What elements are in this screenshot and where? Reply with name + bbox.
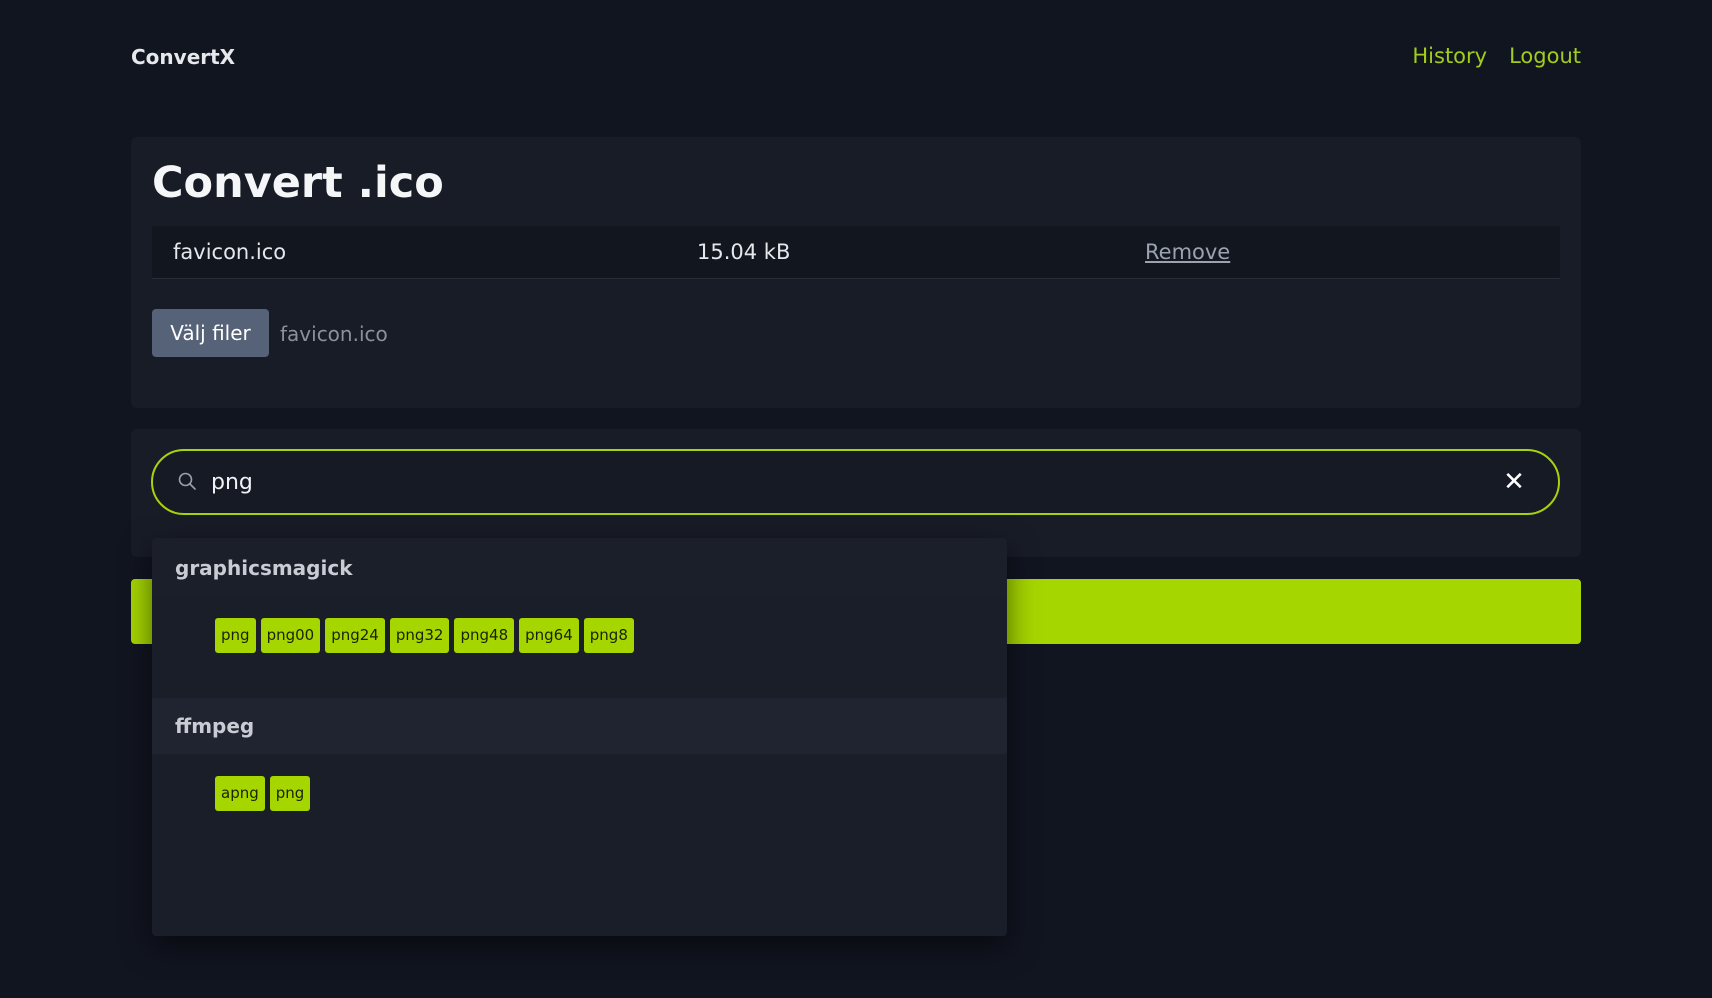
format-option[interactable]: png8 xyxy=(583,618,634,653)
remove-file-link[interactable]: Remove xyxy=(1145,240,1230,264)
format-option[interactable]: apng xyxy=(215,776,265,811)
format-option[interactable]: png24 xyxy=(325,618,385,653)
group-header-ffmpeg: ffmpeg xyxy=(152,698,1007,754)
page-title: Convert .ico xyxy=(152,158,444,208)
file-row: favicon.ico 15.04 kB Remove xyxy=(152,226,1560,279)
format-option[interactable]: png00 xyxy=(260,618,321,653)
format-option[interactable]: png xyxy=(215,618,256,653)
brand-logo[interactable]: ConvertX xyxy=(131,45,235,69)
nav-history-link[interactable]: History xyxy=(1412,44,1487,68)
format-dropdown: graphicsmagick png png00 png24 png32 png… xyxy=(152,538,1007,936)
nav-links: History Logout xyxy=(1412,44,1581,68)
chosen-file-label: favicon.ico xyxy=(280,322,388,346)
nav-logout-link[interactable]: Logout xyxy=(1509,44,1581,68)
group-options-ffmpeg: apng png xyxy=(152,754,1007,874)
group-header-graphicsmagick: graphicsmagick xyxy=(152,538,1007,598)
format-search-box[interactable]: ✕ xyxy=(151,449,1560,515)
choose-files-button[interactable]: Välj filer xyxy=(152,309,269,357)
format-option[interactable]: png48 xyxy=(454,618,515,653)
search-icon xyxy=(178,472,196,490)
group-options-graphicsmagick: png png00 png24 png32 png48 png64 png8 xyxy=(152,598,1007,698)
format-option[interactable]: png xyxy=(269,776,311,811)
file-name: favicon.ico xyxy=(173,240,287,264)
close-icon[interactable]: ✕ xyxy=(1500,468,1528,496)
top-nav: ConvertX History Logout xyxy=(131,0,1581,118)
format-search-input[interactable] xyxy=(211,465,1471,499)
format-option[interactable]: png32 xyxy=(389,618,450,653)
format-option[interactable]: png64 xyxy=(519,618,579,653)
file-size: 15.04 kB xyxy=(697,240,791,264)
